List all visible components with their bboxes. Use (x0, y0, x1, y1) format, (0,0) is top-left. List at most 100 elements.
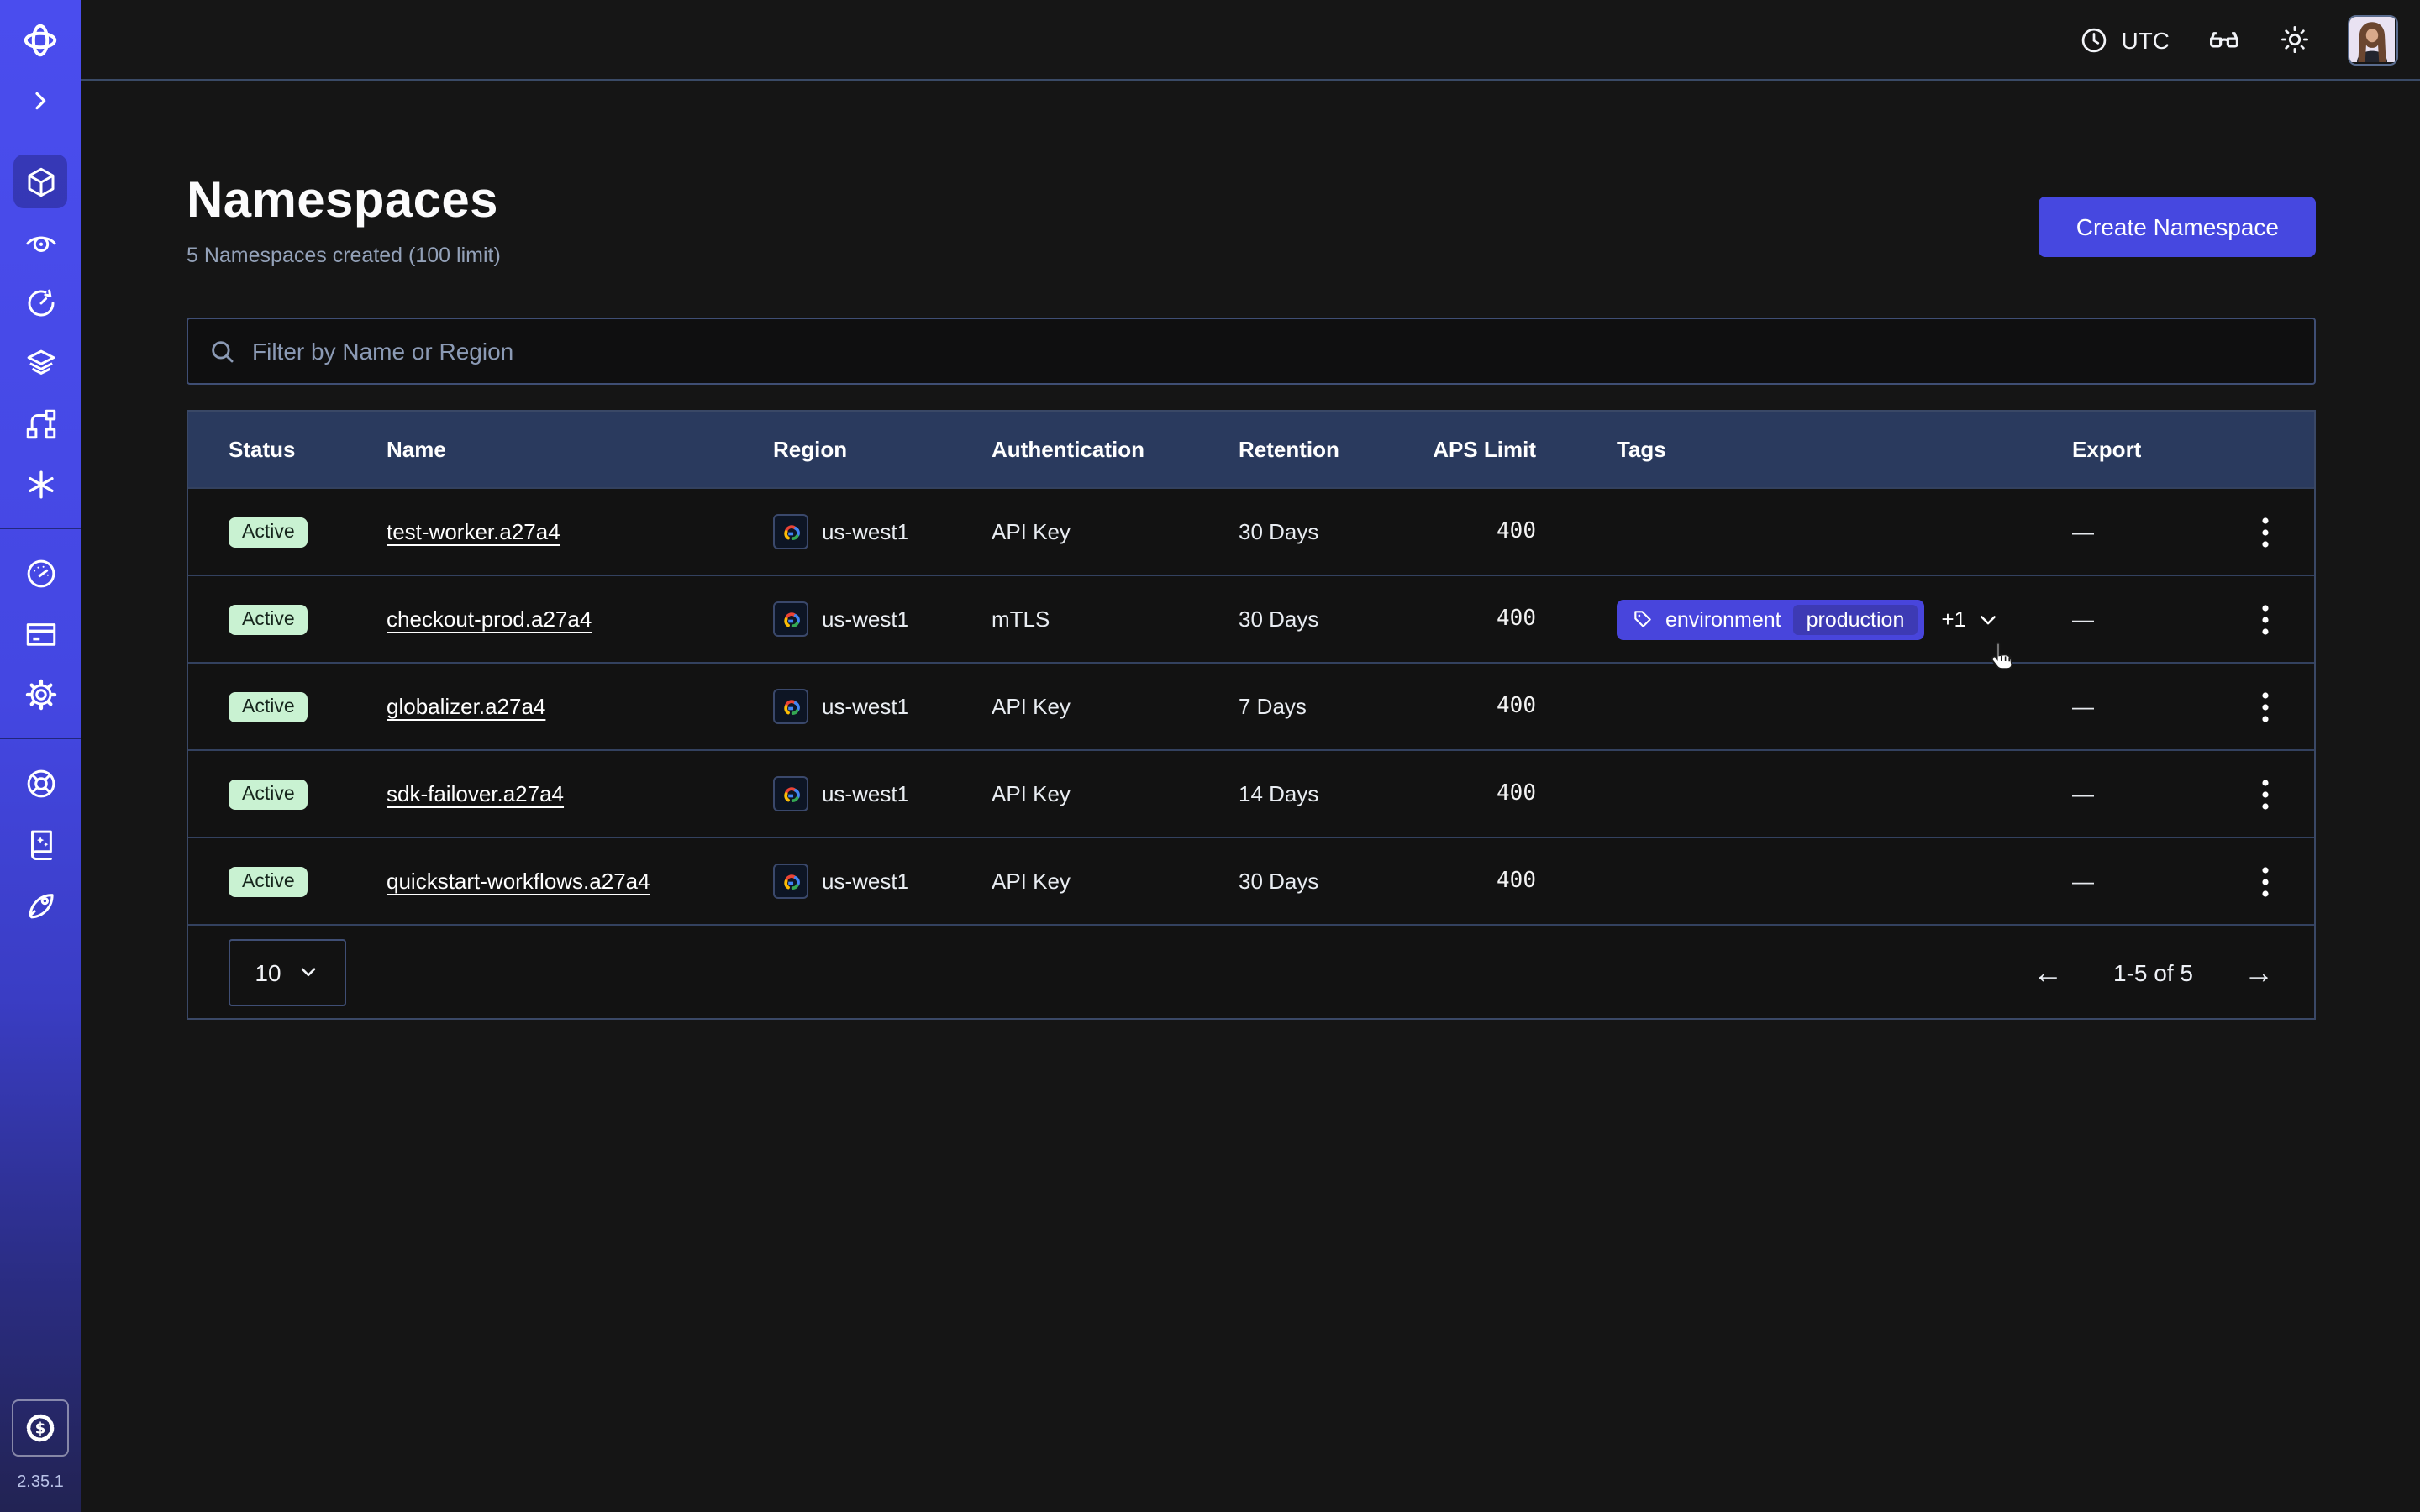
row-actions-menu-button[interactable] (2244, 597, 2287, 641)
sidebar: $ 2.35.1 (0, 0, 81, 1512)
column-header-aps-limit[interactable]: APS Limit (1427, 437, 1536, 462)
tag-chip[interactable]: environment production (1617, 599, 1924, 639)
sidebar-item-workflows[interactable] (13, 396, 67, 450)
row-actions-menu-button[interactable] (2244, 510, 2287, 554)
region-label: us-west1 (822, 869, 909, 894)
column-header-region[interactable]: Region (773, 437, 992, 462)
table-header-row: Status Name Region Authentication Retent… (188, 412, 2314, 487)
table-row: Active test-worker.a27a4 us-west1 API Ke… (188, 487, 2314, 575)
retention-value: 7 Days (1239, 694, 1427, 719)
next-page-button[interactable]: → (2244, 957, 2274, 987)
auth-method: API Key (992, 694, 1239, 719)
more-tags-toggle[interactable]: +1 (1941, 606, 2000, 632)
chevron-down-icon (1976, 607, 2000, 631)
retention-value: 30 Days (1239, 869, 1427, 894)
tag-icon (1632, 608, 1654, 630)
sidebar-divider (0, 738, 81, 739)
sidebar-item-insights[interactable] (13, 215, 67, 269)
sidebar-item-support[interactable] (13, 756, 67, 810)
chevron-down-icon (298, 961, 320, 983)
gcp-icon (773, 864, 808, 899)
sidebar-item-getting-started[interactable] (13, 877, 67, 931)
temporal-logo[interactable] (0, 0, 81, 81)
filter-input[interactable] (252, 338, 2294, 365)
tag-value: production (1793, 604, 1918, 634)
timezone-selector[interactable]: UTC (2079, 24, 2170, 55)
namespaces-table: Status Name Region Authentication Retent… (187, 410, 2316, 1020)
row-actions-menu-button[interactable] (2244, 685, 2287, 728)
aps-limit-value: 400 (1427, 694, 1536, 719)
region-label: us-west1 (822, 694, 909, 719)
previous-page-button[interactable]: ← (2033, 957, 2063, 987)
chevron-right-icon (27, 87, 54, 114)
page-title: Namespaces (187, 173, 501, 230)
status-badge: Active (229, 517, 308, 547)
life-ring-icon (23, 765, 58, 801)
column-header-retention[interactable]: Retention (1239, 437, 1427, 462)
table-row: Active quickstart-workflows.a27a4 us-wes… (188, 837, 2314, 924)
status-badge: Active (229, 691, 308, 722)
tag-key: environment (1665, 607, 1781, 631)
topbar: UTC (81, 0, 2420, 81)
svg-text:$: $ (35, 1420, 46, 1438)
sidebar-item-usage[interactable] (13, 546, 67, 600)
aps-limit-value: 400 (1427, 606, 1536, 632)
gauge-icon (23, 555, 58, 591)
user-avatar[interactable] (2348, 14, 2398, 65)
sidebar-item-settings[interactable] (13, 667, 67, 721)
page-size-select[interactable]: 10 (229, 938, 346, 1005)
column-header-authentication[interactable]: Authentication (992, 437, 1239, 462)
app-version: 2.35.1 (17, 1473, 64, 1512)
status-badge: Active (229, 866, 308, 896)
layers-icon (23, 345, 58, 381)
sidebar-expand-button[interactable] (13, 74, 67, 128)
book-sparkles-icon (23, 826, 58, 861)
cube-icon (23, 164, 58, 199)
namespace-link[interactable]: globalizer.a27a4 (387, 694, 545, 719)
filter-bar (187, 318, 2316, 385)
sidebar-item-docs[interactable] (13, 816, 67, 870)
retention-value: 30 Days (1239, 519, 1427, 544)
table-row: Active globalizer.a27a4 us-west1 API Key… (188, 662, 2314, 749)
auth-method: API Key (992, 869, 1239, 894)
namespace-link[interactable]: quickstart-workflows.a27a4 (387, 869, 650, 894)
sidebar-divider (0, 528, 81, 529)
sidebar-item-nexus[interactable] (13, 457, 67, 511)
clock-icon (2079, 24, 2109, 55)
auth-method: mTLS (992, 606, 1239, 632)
gcp-icon (773, 776, 808, 811)
credits-badge[interactable]: $ (12, 1399, 69, 1457)
namespace-count-subtitle: 5 Namespaces created (100 limit) (187, 244, 501, 267)
column-header-status[interactable]: Status (229, 437, 387, 462)
app-window: $ 2.35.1 UTC (0, 0, 2420, 1512)
export-value: — (2072, 781, 2217, 806)
sidebar-item-namespaces[interactable] (13, 155, 67, 208)
theme-toggle-button[interactable] (2279, 24, 2311, 55)
spiral-eye-icon (23, 224, 58, 260)
column-header-name[interactable]: Name (387, 437, 773, 462)
sidebar-item-deployments[interactable] (13, 336, 67, 390)
export-value: — (2072, 519, 2217, 544)
namespace-link[interactable]: checkout-prod.a27a4 (387, 606, 592, 632)
glasses-icon (2207, 22, 2242, 57)
region-label: us-west1 (822, 781, 909, 806)
pagination-range-label: 1-5 of 5 (2113, 958, 2193, 985)
table-row: Active checkout-prod.a27a4 us-west1 mTLS… (188, 575, 2314, 662)
rocket-icon (23, 886, 58, 921)
column-header-export[interactable]: Export (2072, 437, 2217, 462)
export-value: — (2072, 694, 2217, 719)
labs-toggle-button[interactable] (2207, 22, 2242, 57)
status-badge: Active (229, 779, 308, 809)
row-actions-menu-button[interactable] (2244, 859, 2287, 903)
sidebar-item-billing[interactable] (13, 606, 67, 660)
namespace-link[interactable]: test-worker.a27a4 (387, 519, 560, 544)
page-size-value: 10 (255, 958, 281, 985)
column-header-tags[interactable]: Tags (1536, 437, 2072, 462)
sidebar-item-schedules[interactable] (13, 276, 67, 329)
gcp-icon (773, 514, 808, 549)
page-header: Namespaces 5 Namespaces created (100 lim… (187, 82, 2316, 267)
create-namespace-button[interactable]: Create Namespace (2039, 197, 2316, 257)
namespace-link[interactable]: sdk-failover.a27a4 (387, 781, 564, 806)
row-actions-menu-button[interactable] (2244, 772, 2287, 816)
export-value: — (2072, 606, 2217, 632)
